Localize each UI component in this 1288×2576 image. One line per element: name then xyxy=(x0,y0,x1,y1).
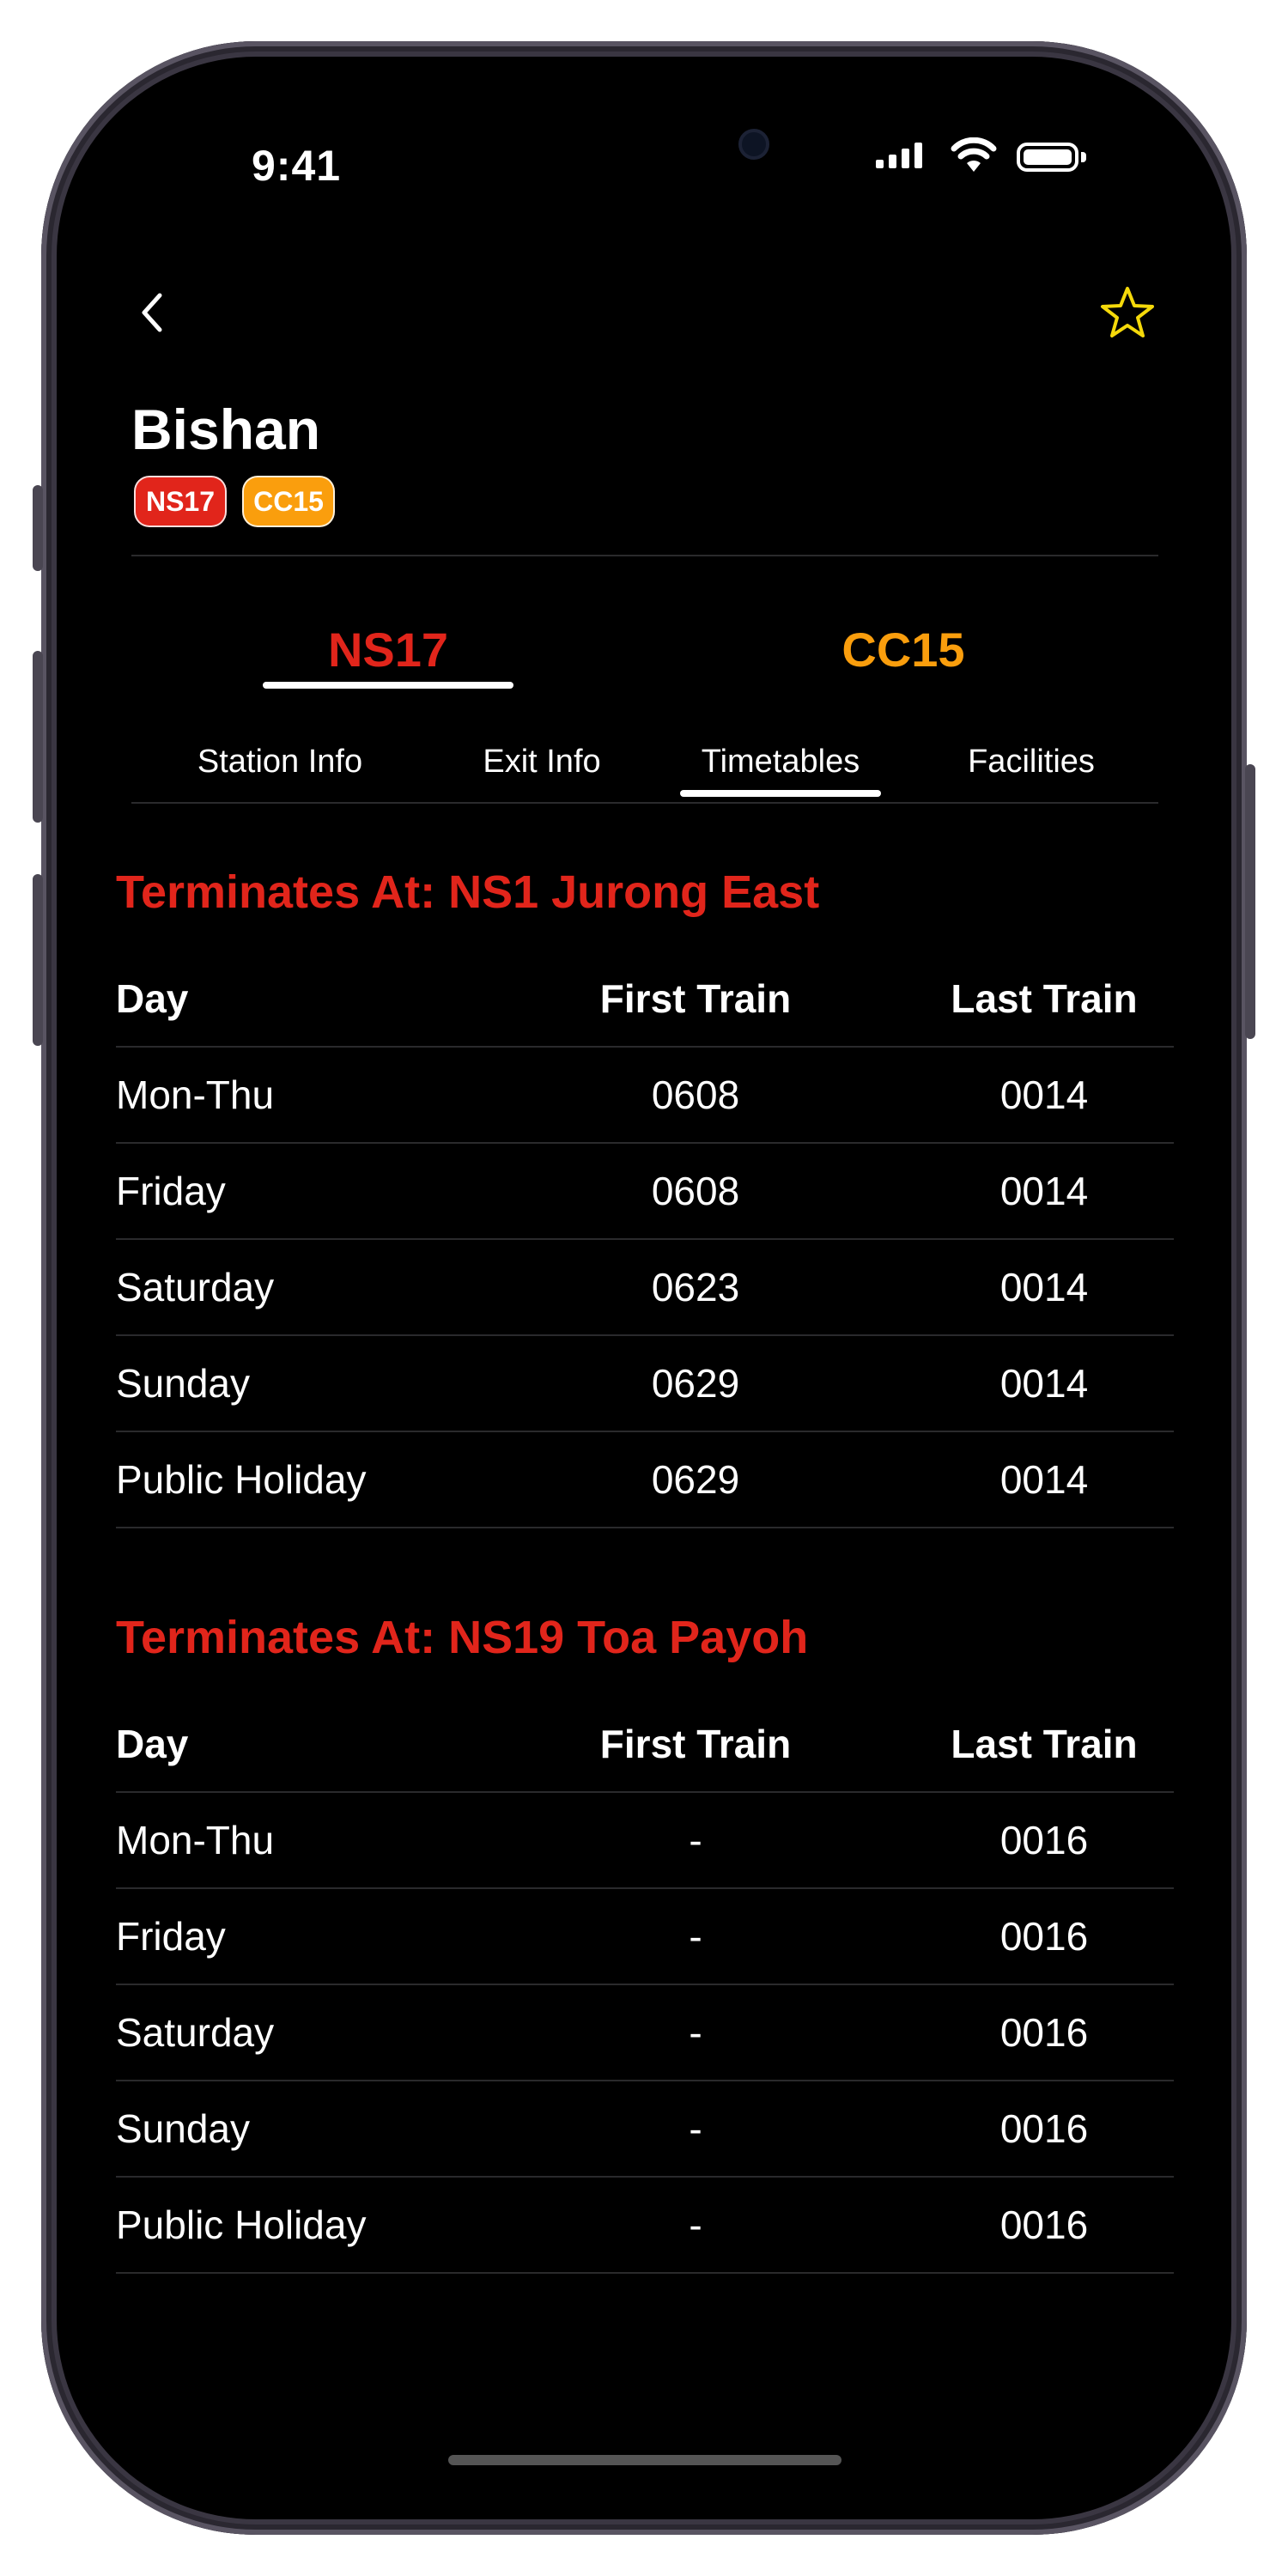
cell-first-train: - xyxy=(689,2202,702,2247)
screen: 9:41 Bishan NS17 CC15 NS17 CC15 Station … xyxy=(57,57,1231,2519)
header-last-train: Last Train xyxy=(951,1722,1138,1766)
status-time: 9:41 xyxy=(252,142,342,190)
cell-first-train: 0623 xyxy=(651,1265,740,1309)
cell-day: Mon-Thu xyxy=(116,1818,275,1862)
tab-station-info[interactable]: Station Info xyxy=(177,744,383,781)
cell-last-train: 0016 xyxy=(999,2202,1089,2247)
timetable-table: Day First Train Last Train Mon-Thu - 001… xyxy=(116,1697,1174,2274)
battery-tip xyxy=(1081,152,1086,162)
table-row: Friday 0608 0014 xyxy=(116,1144,1174,1240)
cell-first-train: - xyxy=(689,1914,702,1959)
badge-label: NS17 xyxy=(145,485,216,517)
cell-first-train: 0608 xyxy=(651,1169,740,1213)
star-outline-icon[interactable] xyxy=(1098,283,1157,342)
table-row: Public Holiday 0629 0014 xyxy=(116,1432,1174,1528)
table-row: Public Holiday - 0016 xyxy=(116,2178,1174,2274)
cell-day: Friday xyxy=(116,1169,226,1213)
cell-first-train: - xyxy=(689,2010,702,2055)
sub-tab-indicator xyxy=(680,790,881,797)
table-row: Mon-Thu - 0016 xyxy=(116,1793,1174,1889)
badge-label: CC15 xyxy=(253,485,324,517)
cell-last-train: 0016 xyxy=(999,1914,1089,1959)
cell-day: Saturday xyxy=(116,1265,275,1309)
header-day: Day xyxy=(116,1722,189,1766)
table-row: Mon-Thu 0608 0014 xyxy=(116,1048,1174,1144)
station-title: Bishan xyxy=(131,398,321,461)
cell-last-train: 0014 xyxy=(999,1169,1089,1213)
cell-day: Friday xyxy=(116,1914,226,1959)
timetable-title: Terminates At: NS1 Jurong East xyxy=(116,866,820,918)
cell-last-train: 0016 xyxy=(999,2106,1089,2151)
tab-facilities[interactable]: Facilities xyxy=(941,744,1121,781)
cell-last-train: 0014 xyxy=(999,1361,1089,1406)
tab-timetables[interactable]: Timetables xyxy=(680,744,881,781)
wifi-icon xyxy=(951,137,997,172)
camera-icon xyxy=(738,129,769,160)
timetable-title: Terminates At: NS19 Toa Payoh xyxy=(116,1612,809,1663)
power-button xyxy=(1245,764,1255,1039)
cell-day: Public Holiday xyxy=(116,2202,367,2247)
cell-last-train: 0016 xyxy=(999,2010,1089,2055)
table-row: Friday - 0016 xyxy=(116,1889,1174,1985)
action-button xyxy=(33,485,43,571)
volume-down-button xyxy=(33,874,43,1046)
cell-first-train: - xyxy=(689,2106,702,2151)
tab-exit-info[interactable]: Exit Info xyxy=(452,744,632,781)
cell-last-train: 0014 xyxy=(999,1457,1089,1502)
cell-day: Mon-Thu xyxy=(116,1072,275,1117)
table-header-row: Day First Train Last Train xyxy=(116,1697,1174,1793)
table-row: Saturday - 0016 xyxy=(116,1985,1174,2081)
line-tab-indicator xyxy=(263,682,513,689)
cell-day: Sunday xyxy=(116,2106,251,2151)
cell-first-train: - xyxy=(689,1818,702,1862)
cell-first-train: 0629 xyxy=(651,1457,740,1502)
cell-last-train: 0014 xyxy=(999,1265,1089,1309)
cell-first-train: 0629 xyxy=(651,1361,740,1406)
cell-last-train: 0014 xyxy=(999,1072,1089,1117)
cellular-signal-icon xyxy=(876,143,922,168)
timetable-table: Day First Train Last Train Mon-Thu 0608 … xyxy=(116,951,1174,1528)
table-header-row: Day First Train Last Train xyxy=(116,951,1174,1048)
tab-cc15[interactable]: CC15 xyxy=(778,622,1029,677)
header-first-train: First Train xyxy=(599,976,792,1021)
line-badge-ns17: NS17 xyxy=(134,476,227,527)
header-divider xyxy=(131,555,1158,556)
header-first-train: First Train xyxy=(599,1722,792,1766)
cell-last-train: 0016 xyxy=(999,1818,1089,1862)
table-row: Saturday 0623 0014 xyxy=(116,1240,1174,1336)
cell-day: Public Holiday xyxy=(116,1457,367,1502)
home-indicator[interactable] xyxy=(448,2455,841,2465)
line-badge-cc15: CC15 xyxy=(242,476,335,527)
header-last-train: Last Train xyxy=(951,976,1138,1021)
table-row: Sunday 0629 0014 xyxy=(116,1336,1174,1432)
cell-day: Saturday xyxy=(116,2010,275,2055)
table-row: Sunday - 0016 xyxy=(116,2081,1174,2178)
header-day: Day xyxy=(116,976,189,1021)
battery-icon xyxy=(1017,143,1078,172)
tabs-divider xyxy=(131,802,1158,804)
chevron-left-icon[interactable] xyxy=(131,287,173,338)
cell-first-train: 0608 xyxy=(651,1072,740,1117)
volume-up-button xyxy=(33,651,43,823)
tab-ns17[interactable]: NS17 xyxy=(263,622,513,677)
cell-day: Sunday xyxy=(116,1361,251,1406)
